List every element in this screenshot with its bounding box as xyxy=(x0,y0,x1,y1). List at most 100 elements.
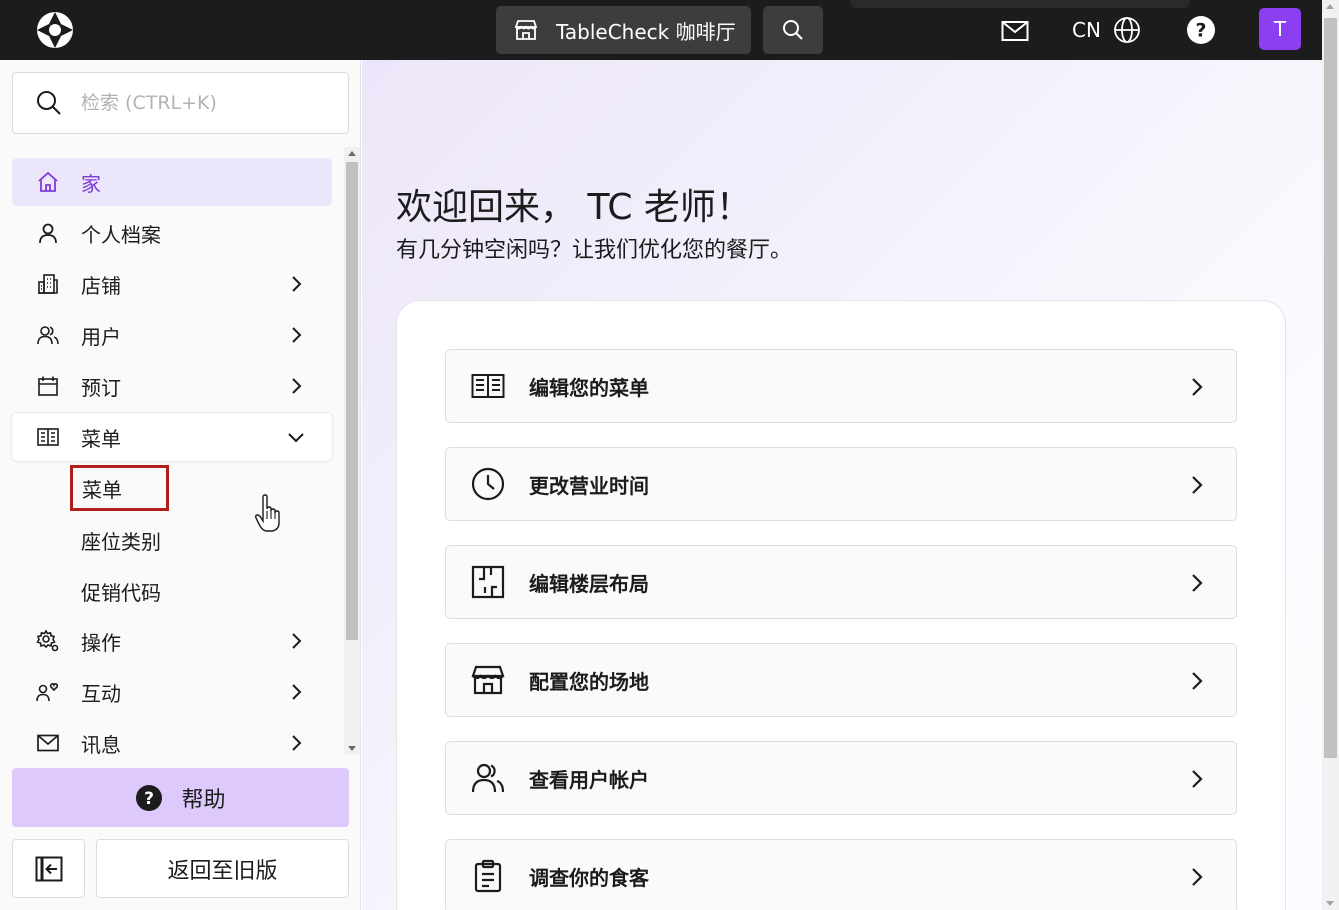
scrollbar-thumb[interactable] xyxy=(1324,18,1337,758)
users-icon xyxy=(470,760,506,796)
chevron-down-icon xyxy=(288,433,304,443)
calendar-icon xyxy=(36,374,60,398)
chevron-right-icon xyxy=(292,327,302,343)
clipboard-icon xyxy=(470,858,506,894)
chevron-right-icon xyxy=(1192,868,1203,886)
action-survey-diners[interactable]: 调查你的食客 xyxy=(445,839,1237,910)
chevron-right-icon xyxy=(292,378,302,394)
globe-icon xyxy=(1114,17,1140,43)
page-subtitle: 有几分钟空闲吗？让我们优化您的餐厅。 xyxy=(396,238,793,263)
action-label: 配置您的场地 xyxy=(529,669,649,694)
floor-plan-icon xyxy=(470,564,506,600)
scroll-down-arrow[interactable] xyxy=(348,746,356,751)
submenu-item-seat-categories[interactable]: 座位类别 xyxy=(81,522,161,558)
menu-book-icon xyxy=(470,368,506,404)
users-icon xyxy=(36,323,60,347)
sidebar-item-label: 操作 xyxy=(81,630,121,655)
language-code: CN xyxy=(1072,18,1101,42)
action-configure-venue[interactable]: 配置您的场地 xyxy=(445,643,1237,717)
help-icon[interactable]: ? xyxy=(1186,15,1216,45)
storefront-icon xyxy=(514,20,538,40)
sidebar-item-messages[interactable]: 讯息 xyxy=(12,719,332,755)
action-edit-menu[interactable]: 编辑您的菜单 xyxy=(445,349,1237,423)
chevron-right-icon xyxy=(292,735,302,751)
global-search-button[interactable] xyxy=(763,6,823,54)
home-icon xyxy=(36,170,60,194)
mail-icon xyxy=(36,731,60,755)
venue-name: TableCheck 咖啡厅 xyxy=(556,19,736,44)
svg-text:?: ? xyxy=(145,789,155,809)
return-to-legacy-button[interactable]: 返回至旧版 xyxy=(96,839,349,898)
help-button[interactable]: ? 帮助 xyxy=(12,768,349,827)
chevron-right-icon xyxy=(292,684,302,700)
svg-text:?: ? xyxy=(1195,20,1206,42)
action-edit-floor-plan[interactable]: 编辑楼层布局 xyxy=(445,545,1237,619)
chevron-right-icon xyxy=(292,633,302,649)
sidebar-item-label: 用户 xyxy=(81,324,121,349)
action-view-user-accounts[interactable]: 查看用户帐户 xyxy=(445,741,1237,815)
user-avatar[interactable]: T xyxy=(1259,8,1301,50)
sidebar-item-engagement[interactable]: 互动 xyxy=(12,668,332,716)
action-label: 更改营业时间 xyxy=(529,473,649,498)
sidebar-item-users[interactable]: 用户 xyxy=(12,311,332,359)
tablecheck-logo[interactable] xyxy=(35,10,75,50)
sidebar-item-label: 家 xyxy=(81,171,101,196)
mail-icon xyxy=(1001,21,1029,41)
clock-icon xyxy=(470,466,506,502)
submenu-item-menu[interactable]: 菜单 xyxy=(70,465,169,511)
action-label: 编辑您的菜单 xyxy=(529,375,649,400)
collapse-sidebar-button[interactable] xyxy=(12,839,85,898)
search-icon xyxy=(37,91,61,115)
page-scrollbar[interactable] xyxy=(1322,0,1339,910)
help-icon: ? xyxy=(136,784,163,811)
search-icon xyxy=(783,20,803,40)
main-content: 欢迎回来， TC 老师！ 有几分钟空闲吗？让我们优化您的餐厅。 编辑您的菜单 更… xyxy=(362,60,1322,910)
scroll-up-arrow[interactable] xyxy=(348,151,356,156)
submenu-item-promo-codes[interactable]: 促销代码 xyxy=(81,573,161,609)
chevron-right-icon xyxy=(292,276,302,292)
sidebar-scrollbar[interactable] xyxy=(344,147,360,755)
collapse-left-icon xyxy=(35,856,62,881)
help-label: 帮助 xyxy=(181,787,226,813)
scrollbar-thumb[interactable] xyxy=(346,162,358,640)
quick-actions-card: 编辑您的菜单 更改营业时间 编辑楼层布局 配置您的场地 查看用户帐户 调查你的食… xyxy=(396,300,1286,910)
sidebar-item-label: 店铺 xyxy=(81,273,121,298)
sidebar-item-label: 互动 xyxy=(81,681,121,706)
sidebar-item-home[interactable]: 家 xyxy=(12,158,332,206)
chevron-right-icon xyxy=(1192,476,1203,494)
action-change-hours[interactable]: 更改营业时间 xyxy=(445,447,1237,521)
chevron-right-icon xyxy=(1192,672,1203,690)
sidebar-item-reservations[interactable]: 预订 xyxy=(12,362,332,410)
action-label: 查看用户帐户 xyxy=(529,767,649,792)
menu-book-icon xyxy=(36,425,60,449)
language-switcher[interactable]: CN xyxy=(1072,14,1141,46)
gear-cog-icon xyxy=(36,629,60,653)
chevron-right-icon xyxy=(1192,770,1203,788)
sidebar-item-operations[interactable]: 操作 xyxy=(12,617,332,665)
sidebar-item-label: 个人档案 xyxy=(81,222,161,247)
chevron-right-icon xyxy=(1192,378,1203,396)
building-icon xyxy=(36,272,60,296)
top-bar: TableCheck 咖啡厅 CN ? T xyxy=(0,0,1322,60)
sidebar-item-profile[interactable]: 个人档案 xyxy=(12,209,332,257)
scroll-up-arrow[interactable] xyxy=(1326,4,1334,9)
tooltip-edge xyxy=(850,0,1190,8)
storefront-icon xyxy=(470,662,506,698)
scroll-down-arrow[interactable] xyxy=(1326,901,1334,906)
sidebar-item-label: 讯息 xyxy=(81,732,121,756)
person-icon xyxy=(36,221,60,245)
venue-selector-button[interactable]: TableCheck 咖啡厅 xyxy=(496,6,751,54)
sidebar-search[interactable] xyxy=(12,72,349,134)
action-label: 调查你的食客 xyxy=(529,865,649,890)
sidebar-item-stores[interactable]: 店铺 xyxy=(12,260,332,308)
sidebar-item-label: 预订 xyxy=(81,375,121,400)
chevron-right-icon xyxy=(1192,574,1203,592)
sidebar-item-label: 菜单 xyxy=(81,426,121,451)
hand-pointer-cursor-icon xyxy=(255,494,280,532)
sidebar: 家 个人档案 店铺 用户 xyxy=(0,60,361,910)
sidebar-nav: 家 个人档案 店铺 用户 预订 菜单 菜单 座位类别 促销代码 操作 互动 讯息 xyxy=(0,155,344,755)
search-input[interactable] xyxy=(81,92,331,114)
messages-button[interactable] xyxy=(1000,16,1030,46)
sidebar-item-menu[interactable]: 菜单 xyxy=(12,413,332,461)
people-heart-icon xyxy=(36,680,60,704)
